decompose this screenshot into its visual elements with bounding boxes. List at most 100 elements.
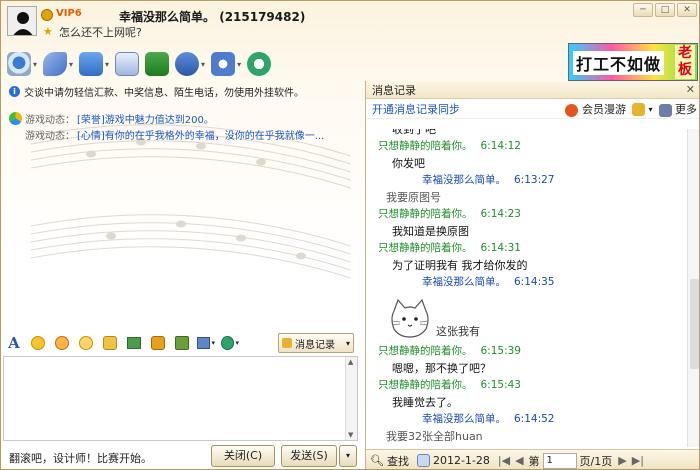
message-text: 收到了吧 (392, 129, 436, 136)
send-email-tool[interactable] (115, 52, 140, 76)
message-sender-line: 只想静静的陪着你。 6:14:12 (366, 138, 686, 155)
message-sender[interactable]: 只想静静的陪着你。 (378, 379, 473, 391)
member-roaming-label: 会员漫游 (581, 103, 626, 116)
multi-chat-tool[interactable]: ▾ (175, 52, 205, 76)
message-time: 6:14:31 (480, 242, 521, 254)
send-button[interactable]: 发送(S) (281, 445, 337, 467)
message-history-button[interactable]: 消息记录 ▾ (278, 333, 354, 353)
message-sender[interactable]: 幸福没那么简单。 (422, 174, 506, 186)
scroll-down-icon[interactable]: ▼ (348, 431, 353, 439)
prev-page-icon[interactable]: ◀ (515, 454, 523, 467)
input-scrollbar[interactable]: ▲ ▼ (345, 357, 357, 440)
emoticon-icon[interactable] (29, 334, 47, 352)
more-button[interactable]: 更多 (658, 101, 697, 117)
date-picker[interactable]: 2012-1-28 (416, 454, 490, 467)
mail-icon (115, 52, 140, 76)
game-update-link[interactable]: [心情]有你的在乎我格外的幸福，没你的在乎我就像一... (77, 127, 324, 142)
message-sender[interactable]: 幸福没那么简单。 (422, 413, 506, 425)
scrollbar-thumb[interactable] (690, 279, 699, 369)
message-sender-line: 只想静静的陪着你。 6:15:39 (366, 343, 686, 360)
last-page-icon[interactable]: ▶| (632, 454, 644, 467)
search-history-button[interactable]: 🔍︎ 查找 (370, 453, 409, 469)
send-image-icon[interactable] (125, 334, 143, 352)
ad-banner[interactable]: 打工不如做 老板 (568, 43, 698, 81)
message-sender-line: 幸福没那么简单。 6:14:35 (366, 274, 686, 291)
scroll-up-icon[interactable]: ▲ (348, 358, 353, 366)
export-button[interactable]: ▾ (631, 102, 653, 116)
chevron-down-icon[interactable]: ▾ (33, 60, 37, 69)
close-window-button[interactable]: ✕ (677, 3, 697, 17)
message-text: 嗯嗯，那不换了吧？ (392, 362, 491, 375)
send-file-tool[interactable]: ▾ (79, 52, 109, 76)
font-icon[interactable]: A (5, 334, 23, 352)
chevron-down-icon[interactable]: ▾ (69, 60, 73, 69)
chevron-down-icon[interactable]: ▾ (346, 339, 350, 348)
pay-icon[interactable]: ▾ (221, 334, 239, 352)
buddy-avatar[interactable] (7, 6, 37, 36)
vip-level-badge[interactable]: VIP6 (56, 8, 82, 19)
buddy-qq-number: (215179482) (219, 10, 306, 24)
history-date: 2012-1-28 (432, 454, 490, 467)
message-sender[interactable]: 只想静静的陪着你。 (378, 208, 473, 220)
send-options-button[interactable]: ▾ (339, 445, 357, 467)
voice-call-tool[interactable]: ▾ (43, 52, 73, 76)
speaker-icon (658, 103, 672, 117)
game-update-link[interactable]: [荣誉]游戏中魅力值达到200。 (77, 111, 214, 126)
chevron-down-icon[interactable]: ▾ (105, 60, 109, 69)
ad-banner-text: 打工不如做 (573, 51, 665, 75)
message-text: 为了证明我有 我才给你发的 (392, 259, 528, 272)
member-roaming-button[interactable]: 会员漫游 (565, 101, 626, 117)
qq-pay-tool[interactable] (247, 52, 272, 76)
message-sender[interactable]: 只想静静的陪着你。 (378, 345, 473, 357)
gear-icon (211, 52, 236, 76)
screen-capture-icon[interactable]: ▾ (197, 334, 215, 352)
sticker-caption: 这张我有 (436, 325, 480, 338)
game-update-row: 游戏动态： [荣誉]游戏中魅力值达到200。 (9, 110, 365, 126)
next-page-icon[interactable]: ▶ (618, 454, 626, 467)
voice-message-icon[interactable] (101, 334, 119, 352)
footer-hint[interactable]: 翻滚吧，设计师！比赛开始。 (9, 450, 152, 466)
chevron-down-icon[interactable]: ▾ (237, 60, 241, 69)
message-time: 6:15:39 (480, 345, 521, 357)
screenshot-icon[interactable] (173, 334, 191, 352)
chat-window: VIP6 幸福没那么简单。 (215179482) ★ 怎么还不上网呢? ─ □… (0, 0, 700, 470)
message-sender-line: 只想静静的陪着你。 6:14:31 (366, 240, 686, 257)
first-page-icon[interactable]: |◀ (498, 454, 510, 467)
cat-sticker-image[interactable] (388, 297, 432, 339)
magic-emoticon-icon[interactable] (53, 334, 71, 352)
message-sender[interactable]: 只想静静的陪着你。 (378, 242, 473, 254)
microphone-icon (43, 52, 68, 76)
remote-assist-tool[interactable] (145, 52, 170, 76)
message-history-label: 消息记录 (295, 339, 335, 351)
history-scrollbar[interactable] (687, 129, 699, 447)
payment-icon (247, 52, 272, 76)
message-sender[interactable]: 只想静静的陪着你。 (378, 140, 473, 152)
chevron-down-icon[interactable]: ▾ (201, 60, 205, 69)
message-text: 我睡觉去了。 (392, 396, 458, 409)
minimize-button[interactable]: ─ (633, 3, 653, 17)
music-icon[interactable] (149, 334, 167, 352)
sync-history-link[interactable]: 开通消息记录同步 (372, 101, 460, 117)
game-update-label: 游戏动态： (25, 114, 75, 126)
chat-toolbar: ▾ ▾ ▾ ▾ ▾ (7, 49, 277, 79)
calendar-icon (416, 454, 430, 467)
close-icon[interactable]: ✕ (686, 83, 695, 96)
chevron-down-icon[interactable]: ▾ (648, 105, 652, 114)
message-time: 6:14:12 (480, 140, 521, 152)
message-sender-line: 只想静静的陪着你。 6:15:43 (366, 377, 686, 394)
security-notice: i 交谈中请勿轻信汇款、中奖信息、陌生电话，勿使用外挂软件。 (9, 83, 364, 99)
apps-tool[interactable]: ▾ (211, 52, 241, 76)
message-sender[interactable]: 幸福没那么简单。 (422, 276, 506, 288)
page-number-input[interactable]: 1 (542, 452, 577, 469)
buddy-nickname: 幸福没那么简单。 (119, 10, 216, 24)
page-total: 页/1页 (579, 454, 613, 468)
close-button[interactable]: 关闭(C) (211, 445, 275, 467)
buddy-name: 幸福没那么简单。 (215179482) (119, 8, 305, 25)
game-update-label: 游戏动态： (25, 130, 75, 142)
game-icon (9, 111, 22, 125)
history-panel-header: 消息记录 ✕ (366, 81, 699, 99)
nudge-icon[interactable] (77, 334, 95, 352)
video-call-tool[interactable]: ▾ (7, 52, 37, 76)
message-input[interactable]: ▲ ▼ (3, 356, 358, 441)
maximize-button[interactable]: □ (655, 3, 675, 17)
